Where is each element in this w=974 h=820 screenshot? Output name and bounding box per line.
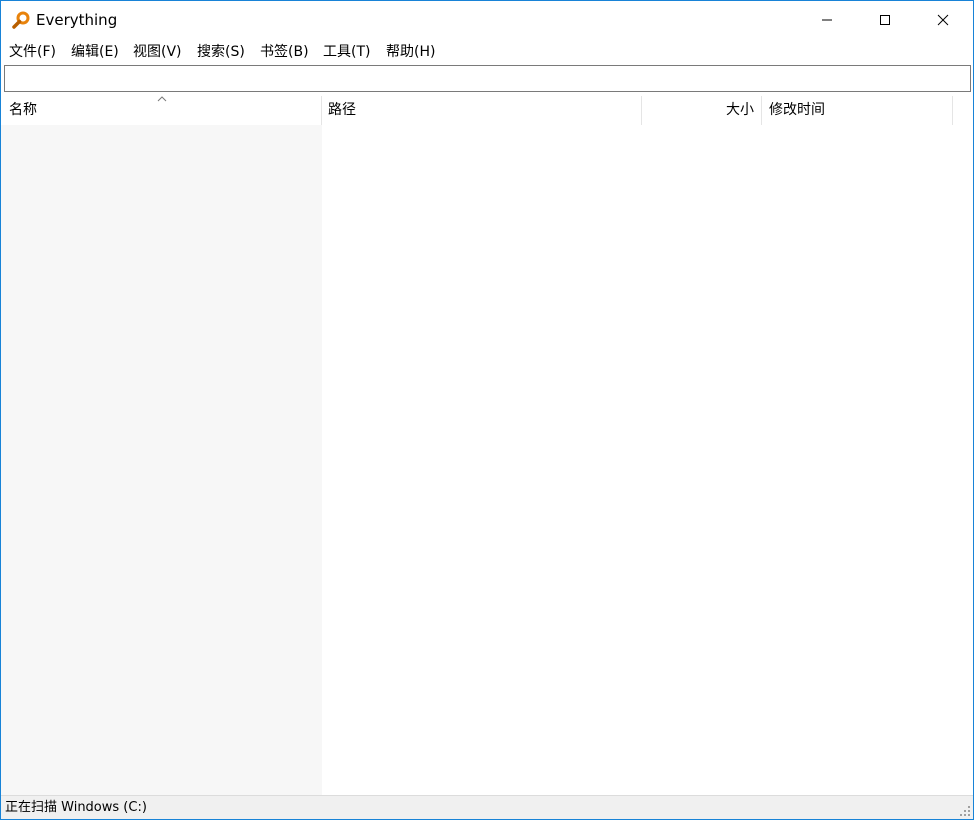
maximize-button[interactable]: [856, 1, 914, 39]
menu-edit[interactable]: 编辑(E): [71, 42, 119, 62]
menu-bookmarks[interactable]: 书签(B): [260, 42, 309, 62]
results-list[interactable]: [1, 125, 973, 795]
column-header-name[interactable]: 名称: [1, 96, 322, 125]
resize-grip-icon[interactable]: [959, 805, 971, 817]
column-header-modified-label: 修改时间: [769, 102, 825, 118]
column-header-size[interactable]: 大小: [642, 96, 762, 125]
column-header-name-label: 名称: [9, 102, 37, 118]
minimize-button[interactable]: [798, 1, 856, 39]
status-bar: 正在扫描 Windows (C:): [1, 795, 973, 819]
menu-file[interactable]: 文件(F): [9, 42, 56, 62]
column-header-path-label: 路径: [328, 102, 356, 118]
magnifier-app-icon: [12, 11, 30, 29]
menu-view[interactable]: 视图(V): [133, 42, 182, 62]
column-header: 名称 路径 大小 修改时间: [1, 96, 973, 125]
search-input[interactable]: [5, 66, 970, 91]
minimize-icon: [822, 19, 832, 21]
menu-help[interactable]: 帮助(H): [386, 42, 435, 62]
menu-search[interactable]: 搜索(S): [197, 42, 245, 62]
menu-tools[interactable]: 工具(T): [323, 42, 370, 62]
column-header-size-label: 大小: [726, 102, 754, 118]
close-icon: [937, 14, 949, 26]
column-header-path[interactable]: 路径: [322, 96, 642, 125]
status-text: 正在扫描 Windows (C:): [5, 800, 147, 815]
close-button[interactable]: [914, 1, 972, 39]
sort-ascending-icon: [157, 96, 167, 102]
maximize-icon: [880, 15, 890, 25]
app-window: Everything 文件(F) 编辑(E) 视图(V) 搜索(S) 书签(B)…: [0, 0, 974, 820]
menu-bar: 文件(F) 编辑(E) 视图(V) 搜索(S) 书签(B) 工具(T) 帮助(H…: [1, 39, 973, 63]
name-column-background: [1, 125, 322, 795]
title-bar[interactable]: Everything: [1, 1, 973, 39]
search-box: [4, 65, 971, 92]
window-title: Everything: [36, 11, 118, 29]
column-header-modified[interactable]: 修改时间: [762, 96, 953, 125]
